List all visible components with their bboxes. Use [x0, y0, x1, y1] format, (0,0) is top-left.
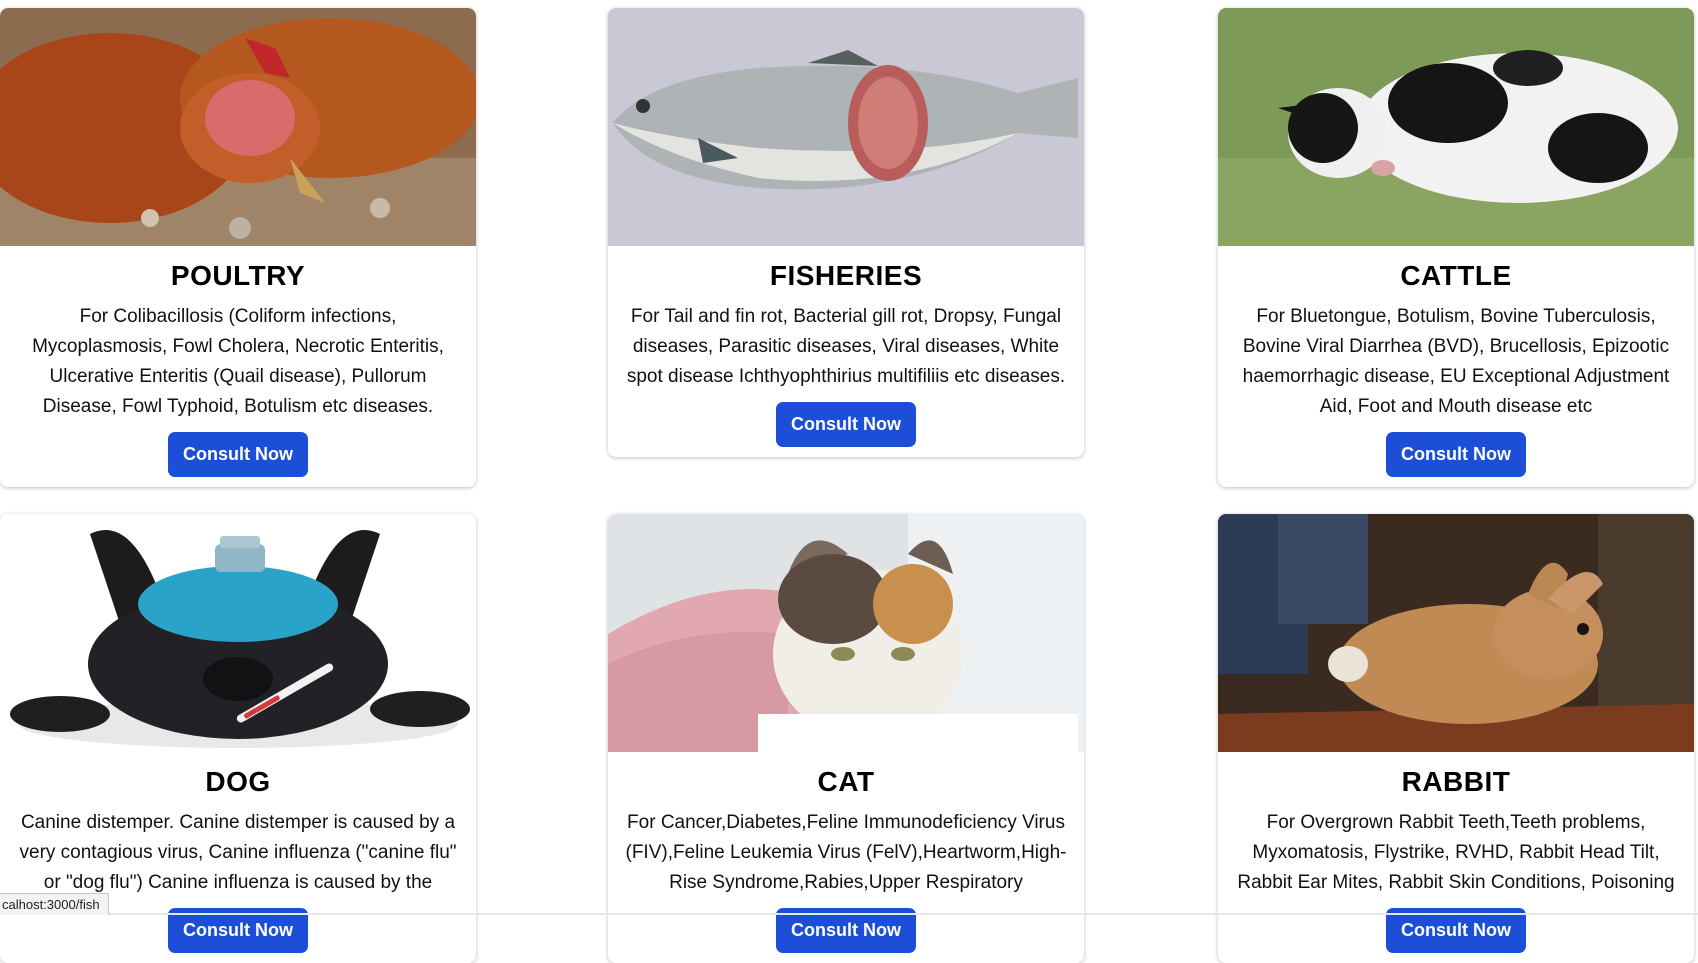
card-description: Canine distemper. Canine distemper is ca…: [10, 808, 466, 898]
card-description: For Tail and fin rot, Bacterial gill rot…: [618, 302, 1074, 392]
poultry-image: [0, 8, 476, 246]
consult-now-button[interactable]: Consult Now: [776, 402, 916, 447]
card-description: For Colibacillosis (Coliform infections,…: [10, 302, 466, 422]
card-poultry: POULTRY For Colibacillosis (Coliform inf…: [0, 8, 476, 487]
card-title: DOG: [0, 766, 476, 798]
card-description: For Cancer,Diabetes,Feline Immunodeficie…: [618, 808, 1074, 898]
fisheries-image: [608, 8, 1084, 246]
rabbit-image: [1218, 514, 1694, 752]
card-description: For Bluetongue, Botulism, Bovine Tubercu…: [1228, 302, 1684, 422]
card-cat: CAT For Cancer,Diabetes,Feline Immunodef…: [608, 514, 1084, 963]
card-title: POULTRY: [0, 260, 476, 292]
card-fisheries: FISHERIES For Tail and fin rot, Bacteria…: [608, 8, 1084, 457]
card-title: FISHERIES: [608, 260, 1084, 292]
card-title: CAT: [608, 766, 1084, 798]
card-rabbit: RABBIT For Overgrown Rabbit Teeth,Teeth …: [1218, 514, 1694, 963]
status-bar-url: calhost:3000/fish: [0, 893, 109, 915]
card-title: RABBIT: [1218, 766, 1694, 798]
cattle-image: [1218, 8, 1694, 246]
consult-now-button[interactable]: Consult Now: [1386, 432, 1526, 477]
card-cattle: CATTLE For Bluetongue, Botulism, Bovine …: [1218, 8, 1694, 487]
dog-image: [0, 514, 476, 752]
card-description: For Overgrown Rabbit Teeth,Teeth problem…: [1228, 808, 1684, 898]
card-title: CATTLE: [1218, 260, 1694, 292]
cat-image: [608, 514, 1084, 752]
consult-now-button[interactable]: Consult Now: [168, 432, 308, 477]
